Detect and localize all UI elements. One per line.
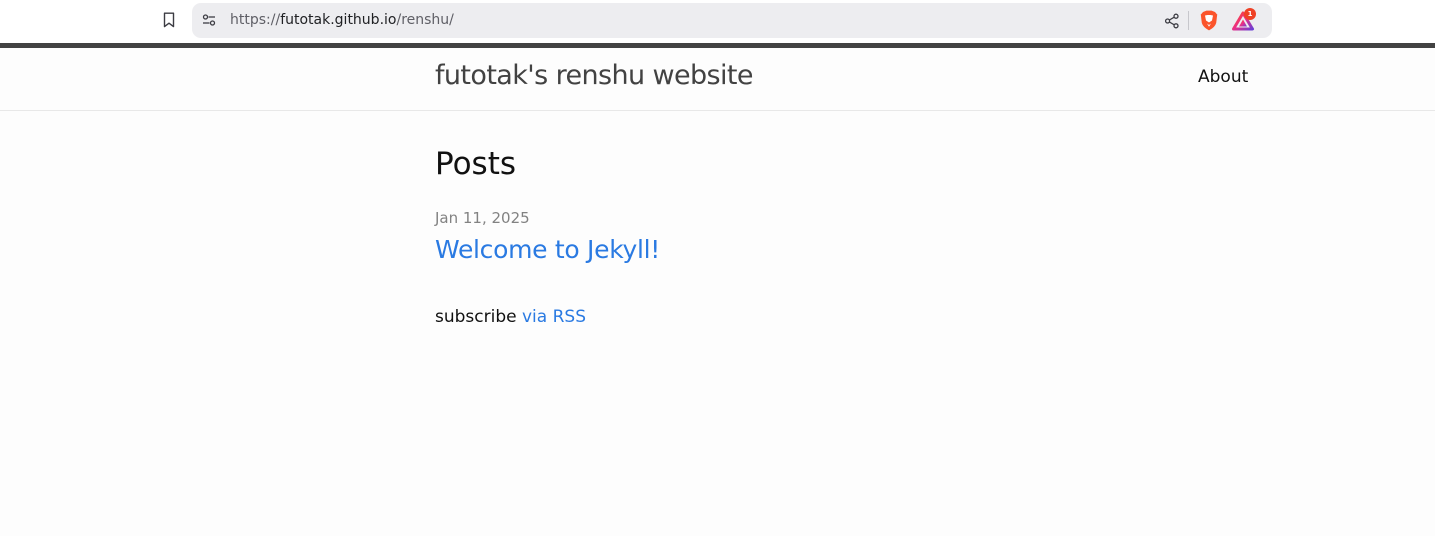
site-info-icon[interactable]: [200, 11, 218, 29]
site-header: futotak's renshu website About: [0, 43, 1435, 111]
browser-toolbar: https://futotak.github.io/renshu/ 1: [0, 0, 1435, 43]
nav-about-link[interactable]: About: [1198, 67, 1248, 87]
post-title-link[interactable]: Welcome to Jekyll!: [435, 235, 660, 264]
url-scheme: https://: [230, 12, 281, 28]
rewards-badge: 1: [1244, 8, 1256, 20]
url-text[interactable]: https://futotak.github.io/renshu/: [230, 3, 454, 38]
rss-link[interactable]: via RSS: [522, 307, 586, 327]
post-date: Jan 11, 2025: [435, 209, 530, 227]
url-bar-divider: [1188, 11, 1189, 30]
address-bar[interactable]: https://futotak.github.io/renshu/ 1: [192, 3, 1272, 38]
share-icon[interactable]: [1162, 11, 1182, 31]
url-host: futotak.github.io: [280, 12, 397, 28]
brave-shield-icon[interactable]: [1198, 9, 1220, 32]
url-path: /renshu/: [396, 12, 454, 28]
rss-subscribe: subscribe via RSS: [435, 307, 586, 327]
bookmark-icon[interactable]: [158, 9, 180, 31]
site-title[interactable]: futotak's renshu website: [435, 60, 753, 91]
subscribe-text: subscribe: [435, 307, 517, 327]
page-heading: Posts: [435, 146, 517, 182]
